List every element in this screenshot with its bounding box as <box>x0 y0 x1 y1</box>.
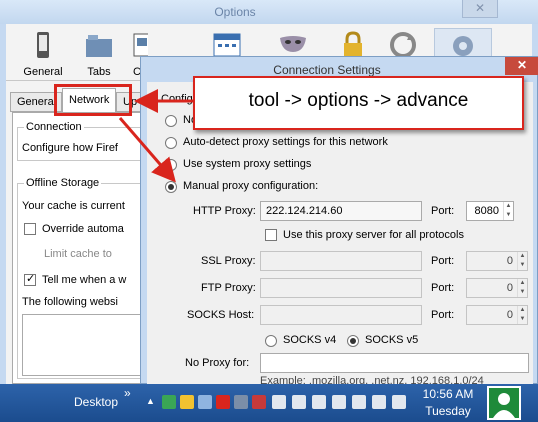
taskbar-chevron-icon[interactable]: » <box>124 386 131 400</box>
tray-app-icon[interactable] <box>312 395 326 409</box>
avatar[interactable] <box>487 386 521 420</box>
tray-app-icon[interactable] <box>292 395 306 409</box>
tray-app-icon[interactable] <box>352 395 366 409</box>
tray-network-icon[interactable] <box>198 395 212 409</box>
tray-expand-icon[interactable]: ▲ <box>146 396 155 406</box>
tray-app-icon[interactable] <box>332 395 346 409</box>
tray-shield-icon[interactable] <box>252 395 266 409</box>
tray-monitor-icon[interactable] <box>234 395 248 409</box>
annotation-arrows <box>118 89 193 183</box>
tray-app-icon[interactable] <box>372 395 386 409</box>
tray-green-icon[interactable] <box>162 395 176 409</box>
annotation-text: tool -> options -> advance <box>248 90 469 111</box>
clock-time[interactable]: 10:56 AM <box>420 387 476 401</box>
arrow-tab-to-manual <box>118 117 176 183</box>
taskbar-desktop-label[interactable]: Desktop <box>74 395 118 409</box>
tray-red-icon[interactable] <box>216 395 230 409</box>
tray-yellow-icon[interactable] <box>180 395 194 409</box>
annotation-callout: tool -> options -> advance <box>193 76 524 130</box>
taskbar: Desktop » ▲ 10:56 AM Tuesday <box>0 384 538 422</box>
tray-app-icon[interactable] <box>392 395 406 409</box>
user-icon <box>493 393 515 418</box>
tray-app-icon[interactable] <box>272 395 286 409</box>
clock-day[interactable]: Tuesday <box>420 404 476 418</box>
